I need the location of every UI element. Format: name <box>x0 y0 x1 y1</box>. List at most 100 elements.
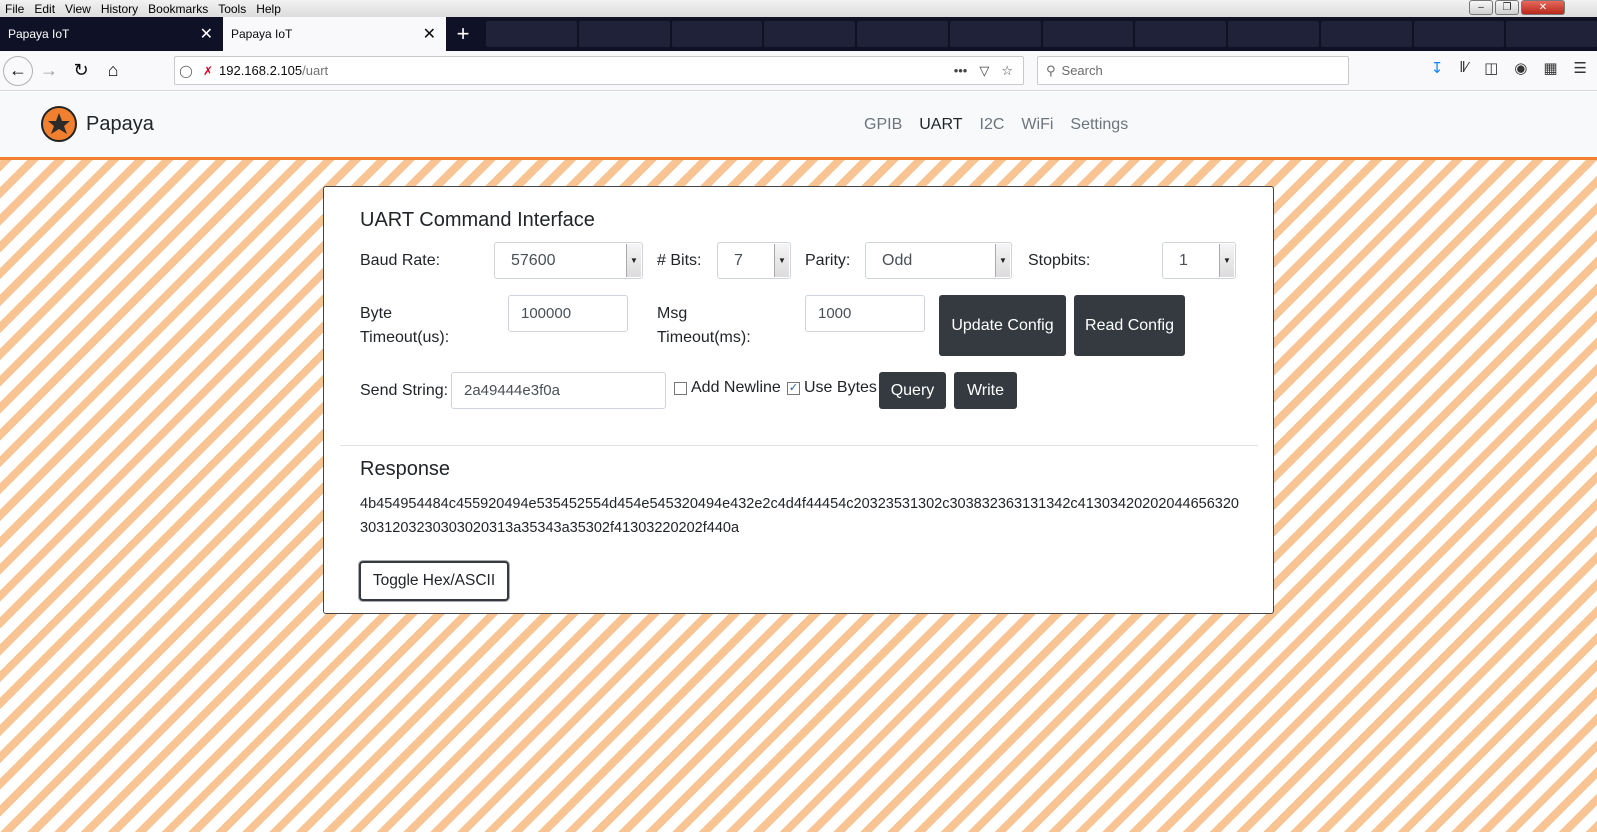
byte-timeout-input[interactable]: 100000 <box>508 295 628 332</box>
nav-i2c[interactable]: I2C <box>980 116 1005 134</box>
chevron-down-icon: ▼ <box>626 244 641 277</box>
update-config-button[interactable]: Update Config <box>939 295 1066 356</box>
close-tab-icon[interactable]: ✕ <box>423 24 436 44</box>
close-tab-icon[interactable]: ✕ <box>200 24 213 44</box>
bookmark-star-icon[interactable]: ☆ <box>1001 63 1013 79</box>
menu-tools[interactable]: Tools <box>213 2 251 16</box>
stopbits-value: 1 <box>1179 252 1188 269</box>
menu-bookmarks[interactable]: Bookmarks <box>143 2 213 16</box>
background-tabs <box>480 17 1597 51</box>
home-icon[interactable]: ⌂ <box>97 55 129 87</box>
byte-timeout-label-line2: Timeout(us): <box>360 329 450 346</box>
tab-title: Papaya IoT <box>8 27 70 41</box>
download-icon[interactable]: ↧ <box>1431 59 1444 77</box>
chevron-down-icon: ▼ <box>995 244 1010 277</box>
pocket-icon[interactable]: ▽ <box>979 63 989 79</box>
tab-bar: Papaya IoT ✕ Papaya IoT ✕ + <box>0 17 1597 51</box>
sidebar-icon[interactable]: ◫ <box>1484 59 1498 77</box>
papaya-logo-icon <box>41 106 77 142</box>
background-tab[interactable] <box>1413 21 1505 47</box>
library-icon[interactable]: ‖⁄ <box>1459 59 1468 77</box>
window-controls: – ❐ ✕ <box>1469 0 1565 15</box>
background-tab[interactable] <box>1228 21 1319 47</box>
msg-timeout-input[interactable]: 1000 <box>805 295 925 332</box>
minimize-icon[interactable]: – <box>1469 0 1493 15</box>
background-tab[interactable] <box>671 21 763 47</box>
menu-bar: File Edit View History Bookmarks Tools H… <box>0 0 1597 17</box>
url-bar[interactable]: ◯ ✗ 192.168.2.105/uart ••• ▽ ☆ <box>174 56 1024 85</box>
background-tab[interactable] <box>1135 21 1226 47</box>
read-config-button[interactable]: Read Config <box>1074 295 1185 356</box>
search-icon: ⚲ <box>1046 62 1056 78</box>
url-host: 192.168.2.105 <box>219 63 303 78</box>
window-close-icon[interactable]: ✕ <box>1521 0 1565 15</box>
forward-icon[interactable]: → <box>33 55 65 87</box>
menu-view[interactable]: View <box>60 2 96 16</box>
tab-title: Papaya IoT <box>231 27 293 41</box>
back-icon[interactable]: ← <box>3 55 33 86</box>
insecure-lock-icon[interactable]: ✗ <box>197 64 219 78</box>
bits-label: # Bits: <box>657 252 702 269</box>
toolbar-icons: ↧ ‖⁄ ◫ ◉ ▦ ☰ <box>1431 59 1587 77</box>
baud-rate-value: 57600 <box>511 252 556 269</box>
parity-select[interactable]: Odd ▼ <box>865 242 1012 279</box>
site-nav-links: GPIB UART I2C WiFi Settings <box>864 116 1128 134</box>
stopbits-label: Stopbits: <box>1028 252 1091 269</box>
baud-rate-label: Baud Rate: <box>360 252 441 269</box>
add-newline-checkbox[interactable]: Add Newline <box>674 379 781 397</box>
nav-wifi[interactable]: WiFi <box>1021 116 1053 134</box>
search-bar[interactable]: ⚲ Search <box>1037 56 1349 85</box>
restore-icon[interactable]: ❐ <box>1495 0 1519 15</box>
checkbox-checked-icon[interactable]: ✓ <box>787 381 800 395</box>
site-navbar: Papaya GPIB UART I2C WiFi Settings <box>0 92 1597 160</box>
stopbits-select[interactable]: 1 ▼ <box>1162 242 1236 279</box>
background-tab[interactable] <box>857 21 948 47</box>
baud-rate-select[interactable]: 57600 ▼ <box>494 242 643 279</box>
nav-gpib[interactable]: GPIB <box>864 116 902 134</box>
background-tab[interactable] <box>764 21 855 47</box>
parity-label: Parity: <box>805 252 851 269</box>
msg-timeout-value: 1000 <box>818 305 852 322</box>
new-tab-icon[interactable]: + <box>446 17 480 51</box>
url-path: /uart <box>302 63 329 78</box>
menu-edit[interactable]: Edit <box>29 2 60 16</box>
uart-card: UART Command Interface Baud Rate: 57600 … <box>323 186 1274 614</box>
menu-file[interactable]: File <box>0 2 29 16</box>
parity-value: Odd <box>882 252 913 269</box>
send-string-input[interactable]: 2a49444e3f0a <box>451 372 666 409</box>
hamburger-menu-icon[interactable]: ☰ <box>1574 59 1587 77</box>
tab-papaya-1[interactable]: Papaya IoT ✕ <box>0 17 223 51</box>
account-icon[interactable]: ◉ <box>1514 59 1527 77</box>
add-newline-label: Add Newline <box>691 379 781 396</box>
tab-papaya-2[interactable]: Papaya IoT ✕ <box>223 17 446 51</box>
menu-help[interactable]: Help <box>251 2 286 16</box>
use-bytes-checkbox[interactable]: ✓ Use Bytes <box>787 379 877 397</box>
query-button[interactable]: Query <box>879 372 946 409</box>
divider <box>340 445 1258 446</box>
toggle-hex-ascii-button[interactable]: Toggle Hex/ASCII <box>359 561 509 601</box>
write-button[interactable]: Write <box>954 372 1017 409</box>
background-tab[interactable] <box>486 21 577 47</box>
reload-icon[interactable]: ↻ <box>65 55 97 87</box>
shield-icon[interactable]: ◯ <box>175 64 197 78</box>
background-tab[interactable] <box>1042 21 1134 47</box>
checkbox-unchecked-icon[interactable] <box>674 381 687 395</box>
nav-uart[interactable]: UART <box>919 116 962 134</box>
bits-select[interactable]: 7 ▼ <box>717 242 791 279</box>
byte-timeout-value: 100000 <box>521 305 572 322</box>
background-tab[interactable] <box>578 21 670 47</box>
extensions-icon[interactable]: ▦ <box>1543 59 1557 77</box>
response-text: 4b454954484c455920494e535452554d454e5453… <box>360 496 1239 536</box>
byte-timeout-label-line1: Byte <box>360 305 393 322</box>
brand[interactable]: Papaya <box>40 105 154 143</box>
background-tab[interactable] <box>1320 21 1412 47</box>
chevron-down-icon: ▼ <box>1219 244 1234 277</box>
menu-history[interactable]: History <box>96 2 143 16</box>
background-tab[interactable] <box>1506 21 1597 47</box>
use-bytes-label: Use Bytes <box>804 379 877 396</box>
background-tab[interactable] <box>949 21 1041 47</box>
page-background: Papaya GPIB UART I2C WiFi Settings UART … <box>0 92 1597 832</box>
nav-settings[interactable]: Settings <box>1070 116 1128 134</box>
chevron-down-icon: ▼ <box>774 244 789 277</box>
page-actions-icon[interactable]: ••• <box>954 63 968 79</box>
